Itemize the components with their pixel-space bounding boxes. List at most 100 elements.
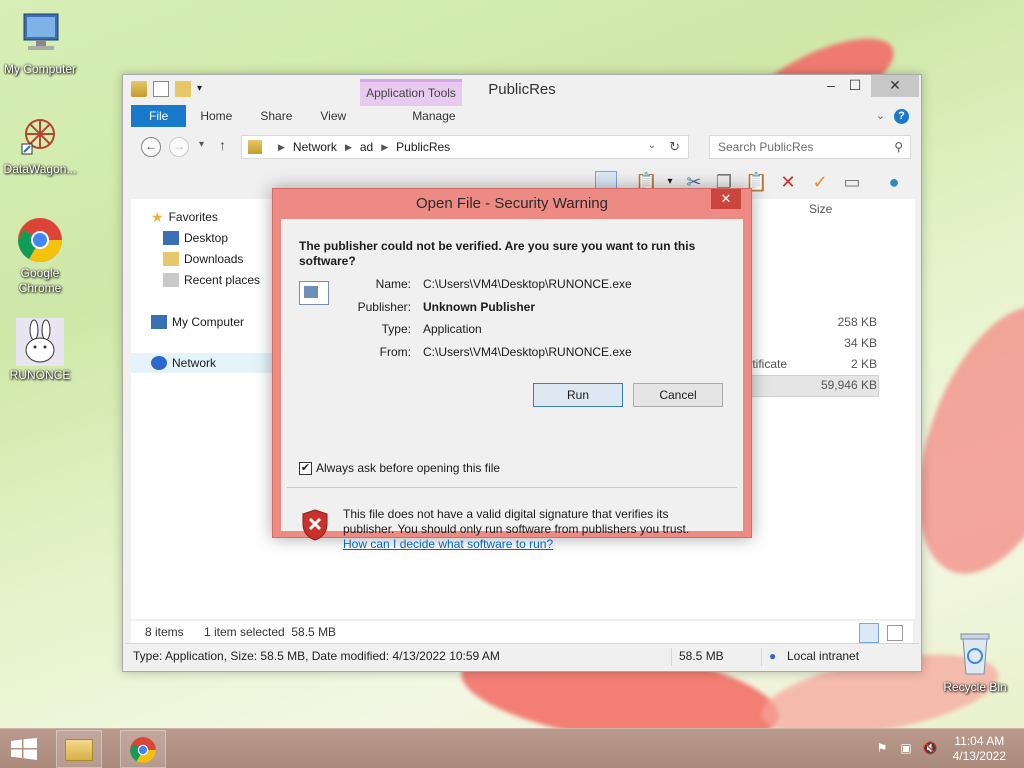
security-warning-dialog: Open File - Security Warning ✕ The publi… [272,188,752,551]
desktop-icon-label: Google Chrome [18,266,62,295]
nav-label: Favorites [168,210,218,224]
clock-date: 4/13/2022 [952,749,1006,763]
column-header-size[interactable]: Size [809,202,832,216]
nav-recent-places[interactable]: Recent places [163,270,260,290]
security-shield-icon [301,509,329,541]
nav-downloads[interactable]: Downloads [163,249,243,269]
dialog-body: The publisher could not be verified. Are… [281,219,743,551]
recycle-bin-icon [951,630,999,678]
chrome-icon [16,216,64,264]
breadcrumb-separator: ▶ [344,141,352,152]
volume-muted-icon[interactable]: 🔇 [922,741,938,757]
forward-button[interactable]: → [169,137,189,157]
field-label: Type: [381,322,411,336]
size-cell: 34 KB [844,336,877,350]
breadcrumb-network[interactable]: Network [293,140,337,154]
nav-label: Network [172,356,217,370]
size-cell: 258 KB [837,315,877,329]
desktop-icon-label: DataWagon... [3,162,77,176]
desktop-icon-runonce[interactable]: RUNONCE [0,318,82,383]
dialog-divider [287,487,737,488]
nav-my-computer[interactable]: My Computer [151,312,244,332]
network-tray-icon[interactable]: ▣ [898,741,914,757]
status-zone: Local intranet [787,649,860,663]
select-icon[interactable]: ▭ [841,171,863,193]
recent-locations-icon[interactable]: ▾ [199,139,204,150]
tab-share[interactable]: Share [246,105,306,127]
desktop-icon-label: My Computer [3,62,77,76]
status-divider [761,648,762,666]
desktop-icon-label: RUNONCE [9,368,71,382]
checkbox-label: Always ask before opening this file [316,461,501,475]
desktop-icon-google-chrome[interactable]: Google Chrome [0,216,82,296]
desktop-icon-recycle-bin[interactable]: Recycle Bin [933,630,1017,695]
nav-network[interactable]: Network [131,353,273,373]
footer-text: This file does not have a valid digital … [343,507,690,536]
back-button[interactable]: ← [141,137,161,157]
always-ask-checkbox-row[interactable]: ✔ Always ask before opening this file [299,461,500,475]
nav-desktop[interactable]: Desktop [163,228,228,248]
field-value: Unknown Publisher [423,300,536,314]
size-cell: 59,946 KB [820,378,877,392]
up-arrow-icon[interactable]: ↑ [219,137,226,153]
breadcrumb-separator: ▶ [381,141,389,152]
explorer-titlebar[interactable]: ▾ Application Tools PublicRes – ☐ ✕ [123,75,921,106]
nav-favorites[interactable]: ★ Favorites [151,207,218,227]
nav-label: Recent places [184,273,261,287]
rename-icon[interactable]: ✓ [809,171,831,193]
address-dropdown-icon[interactable]: ⌄ [648,140,656,151]
star-icon: ★ [151,208,164,225]
network-icon [248,140,262,154]
refresh-icon[interactable]: ↻ [669,139,680,155]
cancel-button[interactable]: Cancel [633,383,723,407]
item-status-row: 8 items 1 item selected 58.5 MB [131,621,913,645]
globe-icon[interactable]: ● [883,171,905,193]
details-view-icon[interactable] [859,623,879,643]
local-intranet-icon: ● [769,649,777,663]
computer-icon [151,315,167,329]
run-button[interactable]: Run [533,383,623,407]
breadcrumb-ad[interactable]: ad [360,140,373,154]
search-input[interactable]: Search PublicRes [709,135,911,159]
dialog-close-button[interactable]: ✕ [711,189,741,209]
selection-info: 1 item selected 58.5 MB [204,625,337,639]
desktop-icon-my-computer[interactable]: My Computer [0,12,82,77]
help-link[interactable]: How can I decide what software to run? [343,537,553,551]
desktop-icon-datawagon[interactable]: DataWagon... [0,112,82,177]
dialog-footer: This file does not have a valid digital … [343,507,723,552]
taskbar: ⚑ ▣ 🔇 11:04 AM 4/13/2022 [0,728,1024,768]
help-icon[interactable]: ? [894,109,909,124]
tab-home[interactable]: Home [186,105,246,127]
tab-file[interactable]: File [131,105,187,127]
address-bar[interactable]: ▶ Network ▶ ad ▶ PublicRes ⌄ ↻ [241,135,689,159]
tab-view[interactable]: View [306,105,360,127]
field-label: From: [379,345,411,359]
breadcrumb-separator: ▶ [278,141,285,152]
large-icons-view-icon[interactable] [887,625,903,641]
window-title: PublicRes [488,81,556,98]
desktop-icon-label: Recycle Bin [943,680,1007,694]
breadcrumb-publicres[interactable]: PublicRes [396,140,450,154]
taskbar-file-explorer[interactable] [56,730,102,768]
close-button[interactable]: ✕ [871,75,919,97]
item-count: 8 items [145,625,184,639]
navigation-pane: ★ Favorites Desktop Downloads Recent pla… [131,199,273,619]
taskbar-google-chrome[interactable] [120,730,166,768]
address-row: ← → ▾ ↑ ▶ Network ▶ ad ▶ PublicRes ⌄ ↻ S… [131,135,911,161]
desktop-folder-icon [163,231,179,245]
status-size: 58.5 MB [679,649,724,663]
chrome-icon [129,736,157,764]
tab-manage[interactable]: Manage [398,105,469,127]
clock[interactable]: 11:04 AM 4/13/2022 [953,734,1006,764]
type-cell: tificate [752,357,787,371]
always-ask-checkbox[interactable]: ✔ [299,461,312,475]
datawagon-icon [16,112,64,160]
maximize-button[interactable]: ☐ [841,75,869,97]
action-center-flag-icon[interactable]: ⚑ [874,741,890,757]
status-bar: Type: Application, Size: 58.5 MB, Date m… [125,643,919,669]
chevron-down-icon[interactable]: ⌄ [876,109,885,122]
downloads-folder-icon [163,252,179,266]
delete-icon[interactable]: ✕ [777,171,799,193]
field-value: C:\Users\VM4\Desktop\RUNONCE.exe [423,345,632,359]
windows-start-icon[interactable] [10,738,38,760]
